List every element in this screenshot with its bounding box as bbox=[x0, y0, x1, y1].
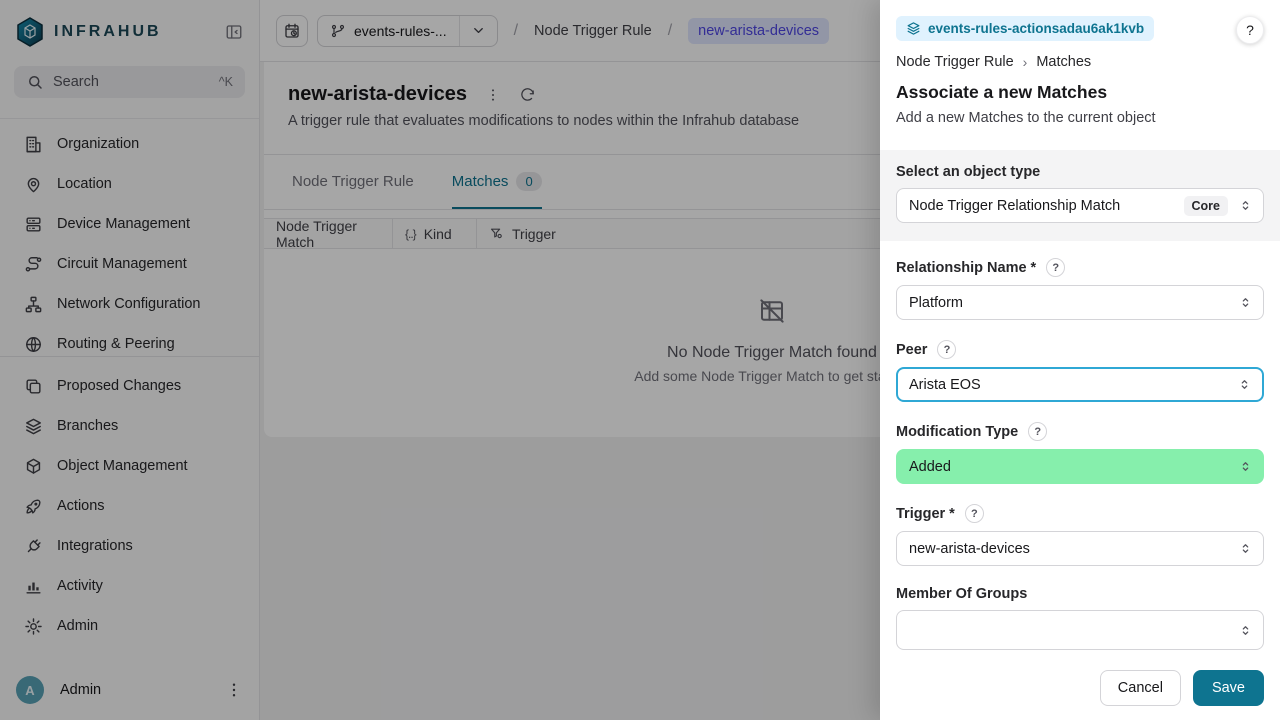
selector-icon bbox=[1238, 541, 1253, 556]
drawer-breadcrumb-parent[interactable]: Node Trigger Rule bbox=[896, 54, 1014, 70]
modification-type-select[interactable]: Added bbox=[896, 449, 1264, 484]
app-root: INFRAHUB Search ^K Organization Location bbox=[0, 0, 1280, 720]
object-type-select[interactable]: Node Trigger Relationship Match Core bbox=[896, 188, 1264, 223]
field-label: Peer bbox=[896, 342, 927, 358]
drawer-breadcrumb: Node Trigger Rule › Matches bbox=[896, 54, 1264, 70]
save-button[interactable]: Save bbox=[1193, 670, 1264, 706]
selector-icon bbox=[1238, 198, 1253, 213]
selector-icon bbox=[1238, 623, 1253, 638]
drawer-subtitle: Add a new Matches to the current object bbox=[896, 110, 1264, 126]
member-of-groups-select[interactable] bbox=[896, 610, 1264, 650]
associate-matches-drawer: events-rules-actionsadau6ak1kvb ? Node T… bbox=[880, 0, 1280, 720]
selector-icon bbox=[1238, 459, 1253, 474]
drawer-footer: Cancel Save bbox=[880, 670, 1280, 706]
field-value: Platform bbox=[909, 295, 963, 311]
selector-icon bbox=[1237, 377, 1252, 392]
field-label: Modification Type bbox=[896, 424, 1018, 440]
drawer-title: Associate a new Matches bbox=[896, 82, 1264, 103]
branch-badge-label: events-rules-actionsadau6ak1kvb bbox=[928, 21, 1144, 36]
object-type-value: Node Trigger Relationship Match bbox=[909, 198, 1120, 214]
branch-badge[interactable]: events-rules-actionsadau6ak1kvb bbox=[896, 16, 1154, 41]
field-trigger: Trigger * ? new-arista-devices bbox=[896, 504, 1264, 566]
field-peer: Peer ? Arista EOS bbox=[896, 340, 1264, 402]
field-value: Added bbox=[909, 459, 951, 475]
field-label: Relationship Name * bbox=[896, 260, 1036, 276]
help-button[interactable]: ? bbox=[1236, 16, 1264, 44]
field-label: Trigger * bbox=[896, 506, 955, 522]
trigger-select[interactable]: new-arista-devices bbox=[896, 531, 1264, 566]
drawer-breadcrumb-current[interactable]: Matches bbox=[1036, 54, 1091, 70]
relationship-name-select[interactable]: Platform bbox=[896, 285, 1264, 320]
help-icon[interactable]: ? bbox=[937, 340, 956, 359]
object-type-section: Select an object type Node Trigger Relat… bbox=[880, 150, 1280, 241]
help-icon[interactable]: ? bbox=[1028, 422, 1047, 441]
drawer-form: Relationship Name * ? Platform Peer ? Ar… bbox=[880, 241, 1280, 650]
field-label: Member Of Groups bbox=[896, 586, 1027, 602]
cancel-button[interactable]: Cancel bbox=[1100, 670, 1181, 706]
field-value: Arista EOS bbox=[909, 377, 981, 393]
field-modification-type: Modification Type ? Added bbox=[896, 422, 1264, 484]
chevron-right-icon: › bbox=[1023, 54, 1028, 70]
field-member-of-groups: Member Of Groups bbox=[896, 586, 1264, 650]
selector-icon bbox=[1238, 295, 1253, 310]
peer-select[interactable]: Arista EOS bbox=[896, 367, 1264, 402]
core-badge: Core bbox=[1184, 196, 1228, 216]
drawer-header: events-rules-actionsadau6ak1kvb ? Node T… bbox=[880, 0, 1280, 126]
help-icon[interactable]: ? bbox=[1046, 258, 1065, 277]
object-type-label: Select an object type bbox=[896, 164, 1264, 180]
field-value: new-arista-devices bbox=[909, 541, 1030, 557]
field-relationship-name: Relationship Name * ? Platform bbox=[896, 258, 1264, 320]
help-icon[interactable]: ? bbox=[965, 504, 984, 523]
layers-icon bbox=[906, 21, 921, 36]
